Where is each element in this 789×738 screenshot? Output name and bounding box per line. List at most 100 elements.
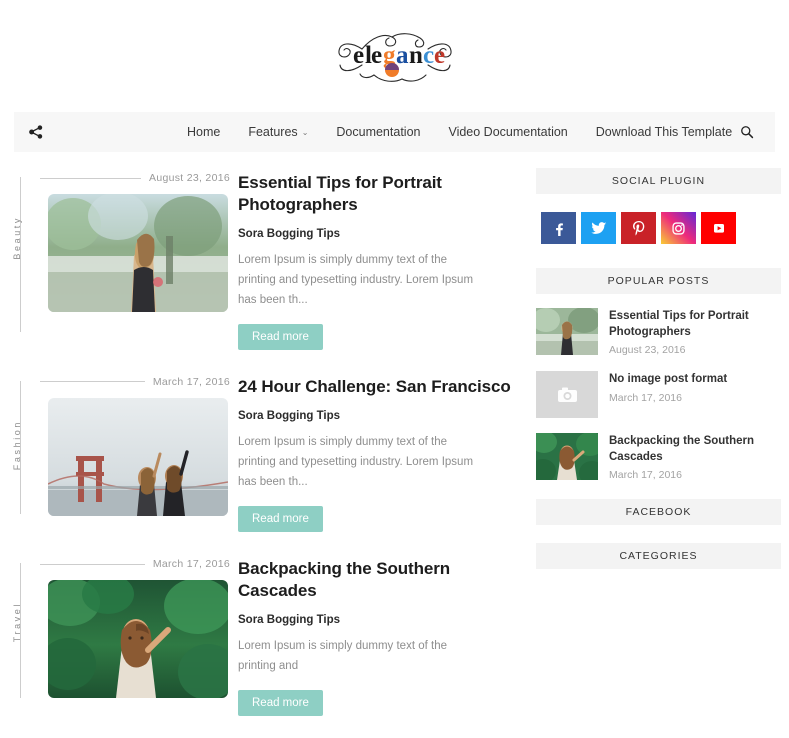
widget-categories: CATEGORIES [536, 543, 781, 570]
svg-text:e: e [371, 42, 382, 69]
popular-post-thumbnail [536, 433, 598, 481]
magnifier-glyph [741, 126, 754, 139]
meta-divider [40, 381, 145, 383]
post-body: Essential Tips for Portrait Photographer… [230, 168, 518, 350]
popular-post-list: Essential Tips for Portrait Photographer… [536, 294, 781, 481]
widget-title: FACEBOOK [536, 499, 781, 526]
widget-title: CATEGORIES [536, 543, 781, 570]
meta-divider [40, 177, 142, 179]
post-date: August 23, 2016 [149, 172, 230, 184]
widget-popular-posts: POPULAR POSTS Essential Tips for Portrai… [536, 268, 781, 481]
post-author[interactable]: Sora Bogging Tips [238, 410, 518, 422]
popular-post-date: March 17, 2016 [609, 391, 682, 404]
twitter-glyph [590, 222, 606, 234]
nav-label: Video Documentation [448, 125, 568, 139]
post-title[interactable]: 24 Hour Challenge: San Francisco [238, 376, 518, 398]
widget-social-plugin: SOCIAL PLUGIN [536, 168, 781, 250]
post-media: Fashion March 17, 2016 [12, 372, 230, 532]
nav-label: Documentation [336, 125, 421, 139]
youtube-glyph [713, 224, 724, 233]
svg-text:n: n [409, 42, 423, 69]
woman-in-garden-thumb [536, 308, 598, 355]
nav-label: Download This Template [595, 125, 733, 139]
twitter-icon[interactable] [581, 212, 616, 244]
post-category[interactable]: Travel [12, 602, 22, 642]
post-excerpt: Lorem Ipsum is simply dummy text of the … [238, 639, 447, 672]
post-list: Beauty August 23, 2016 Essential Tips fo… [12, 168, 518, 738]
search-icon[interactable] [727, 112, 767, 152]
youtube-icon[interactable] [701, 212, 736, 244]
woman-in-forest-thumb [536, 433, 598, 481]
chevron-down-icon: ⌄ [301, 128, 309, 137]
post-author[interactable]: Sora Bogging Tips [238, 614, 518, 626]
pinterest-icon[interactable] [621, 212, 656, 244]
read-more-button[interactable]: Read more [238, 323, 323, 350]
post-media: Beauty August 23, 2016 [12, 168, 230, 350]
svg-text:c: c [423, 42, 434, 69]
instagram-icon[interactable] [661, 212, 696, 244]
social-buttons [536, 194, 781, 250]
popular-post-body: Backpacking the Southern Cascades March … [609, 433, 781, 481]
nav-menu: Home Features ⌄ Documentation Video Docu… [173, 112, 746, 152]
post-thumbnail[interactable] [48, 580, 228, 698]
nav-item-features[interactable]: Features ⌄ [234, 112, 322, 152]
share-icon[interactable] [14, 125, 58, 139]
post-thumbnail[interactable] [48, 194, 228, 312]
facebook-glyph [556, 222, 563, 236]
nav-item-video-documentation[interactable]: Video Documentation [434, 112, 581, 152]
svg-text:e: e [434, 42, 445, 69]
post-title[interactable]: Backpacking the Southern Cascades [238, 558, 518, 602]
nav-item-download-this-template[interactable]: Download This Template [582, 112, 746, 152]
golden-gate-bridge-image [48, 397, 228, 516]
main-navigation: Home Features ⌄ Documentation Video Docu… [14, 112, 775, 152]
read-more-button[interactable]: Read more [238, 689, 323, 716]
post-date: March 17, 2016 [152, 558, 230, 570]
no-image-placeholder [536, 371, 598, 419]
popular-post-thumbnail [536, 308, 598, 355]
post-excerpt: Lorem Ipsum is simply dummy text of the … [238, 253, 474, 306]
nav-label: Home [187, 125, 221, 139]
pinterest-glyph [632, 221, 644, 236]
post-thumbnail[interactable] [48, 397, 228, 516]
sidebar: SOCIAL PLUGIN POPULAR POSTS Essential Ti… [536, 168, 781, 738]
meta-divider [40, 563, 145, 565]
widget-title: POPULAR POSTS [536, 268, 781, 294]
svg-text:a: a [396, 42, 409, 69]
page-body: Beauty August 23, 2016 Essential Tips fo… [0, 168, 789, 738]
popular-post-item[interactable]: Essential Tips for Portrait Photographer… [536, 308, 781, 356]
post-excerpt: Lorem Ipsum is simply dummy text of the … [238, 435, 474, 488]
popular-post-item[interactable]: No image post format March 17, 2016 [536, 371, 781, 419]
instagram-glyph [672, 221, 685, 235]
post-date: March 17, 2016 [152, 375, 230, 388]
post-title[interactable]: Essential Tips for Portrait Photographer… [238, 172, 518, 216]
woman-in-forest-image [48, 580, 228, 698]
popular-post-title: Essential Tips for Portrait Photographer… [609, 310, 749, 338]
facebook-icon[interactable] [541, 212, 576, 244]
post-item: Fashion March 17, 2016 24 Hour Challenge… [12, 372, 518, 532]
widget-facebook: FACEBOOK [536, 499, 781, 526]
read-more-button[interactable]: Read more [238, 506, 323, 532]
popular-post-date: August 23, 2016 [609, 344, 686, 357]
popular-post-body: Essential Tips for Portrait Photographer… [609, 308, 781, 356]
post-category[interactable]: Fashion [12, 420, 22, 470]
post-body: Backpacking the Southern Cascades Sora B… [230, 554, 518, 716]
popular-post-title: Backpacking the Southern Cascades [609, 435, 755, 463]
site-header: e l e g a n c e [0, 0, 789, 112]
woman-in-garden-image [48, 194, 228, 312]
nav-label: Features [248, 125, 298, 139]
post-media: Travel March 17, 2016 [12, 554, 230, 716]
nav-item-documentation[interactable]: Documentation [322, 112, 434, 152]
post-category[interactable]: Beauty [12, 216, 22, 260]
popular-post-thumbnail [536, 371, 598, 419]
popular-post-title: No image post format [609, 373, 728, 386]
popular-post-date: March 17, 2016 [609, 469, 682, 482]
popular-post-item[interactable]: Backpacking the Southern Cascades March … [536, 433, 781, 481]
site-logo[interactable]: e l e g a n c e [332, 25, 458, 87]
post-item: Beauty August 23, 2016 Essential Tips fo… [12, 168, 518, 350]
post-item: Travel March 17, 2016 Backpacking the So… [12, 554, 518, 716]
post-body: 24 Hour Challenge: San Francisco Sora Bo… [230, 372, 518, 532]
post-meta: August 23, 2016 [40, 168, 230, 188]
post-author[interactable]: Sora Bogging Tips [238, 228, 518, 240]
share-glyph [29, 125, 43, 139]
nav-item-home[interactable]: Home [173, 112, 234, 152]
